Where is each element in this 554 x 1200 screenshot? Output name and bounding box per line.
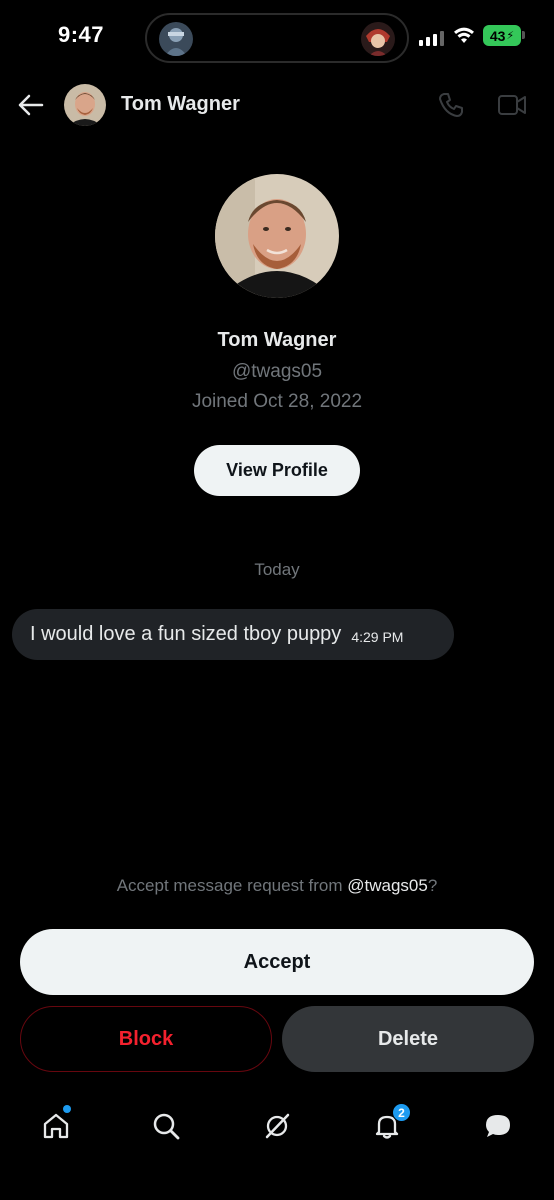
battery-icon: 43 ⚡ [483,25,521,46]
request-prompt-prefix: Accept message request from [116,876,348,895]
avatar[interactable] [64,84,106,126]
tab-grok[interactable] [259,1108,295,1144]
phone-icon [439,93,463,117]
island-right-avatar-icon [361,22,395,56]
dynamic-island[interactable] [145,13,409,63]
back-arrow-icon [18,94,44,116]
battery-level: 43 [489,27,506,44]
header-title[interactable]: Tom Wagner [121,93,240,116]
message-timestamp: 4:29 PM [351,628,404,645]
island-left-avatar-icon [159,22,193,56]
message-request-prompt: Accept message request from @twags05? [0,876,554,896]
wifi-icon [452,25,476,50]
block-button[interactable]: Block [20,1006,272,1072]
accept-button[interactable]: Accept [20,929,534,995]
search-icon [153,1113,180,1140]
video-call-button[interactable] [497,92,527,118]
conversation-header: Tom Wagner [0,80,554,130]
delete-button[interactable]: Delete [282,1006,534,1072]
cellular-signal-icon [419,31,444,46]
profile-avatar[interactable] [215,174,339,298]
request-prompt-suffix: ? [427,876,438,895]
home-unread-dot [63,1105,71,1113]
video-camera-icon [498,95,526,115]
tab-home[interactable] [38,1105,74,1144]
tab-messages[interactable] [480,1108,516,1144]
battery-nub [522,31,525,39]
back-button[interactable] [16,90,46,120]
request-prompt-handle[interactable]: @twags05 [347,876,428,895]
day-divider: Today [254,560,300,579]
messages-icon [486,1115,510,1137]
profile-joined-date: Joined Oct 28, 2022 [191,391,363,412]
profile-handle: @twags05 [231,361,323,382]
notifications-badge: 2 [392,1103,411,1122]
message-bubble[interactable]: I would love a fun sized tboy puppy 4:29… [12,609,454,660]
bottom-tab-bar: 2 [0,1098,554,1154]
status-bar: 9:47 43 ⚡ [0,0,554,72]
tab-notifications[interactable]: 2 [369,1103,411,1144]
home-icon [43,1113,69,1139]
tab-search[interactable] [148,1108,184,1144]
grok-icon [265,1113,290,1139]
status-time: 9:47 [58,22,105,47]
view-profile-button[interactable]: View Profile [194,445,360,496]
profile-name: Tom Wagner [217,329,337,351]
voice-call-button[interactable] [437,91,465,119]
message-text: I would love a fun sized tboy puppy [30,623,342,645]
